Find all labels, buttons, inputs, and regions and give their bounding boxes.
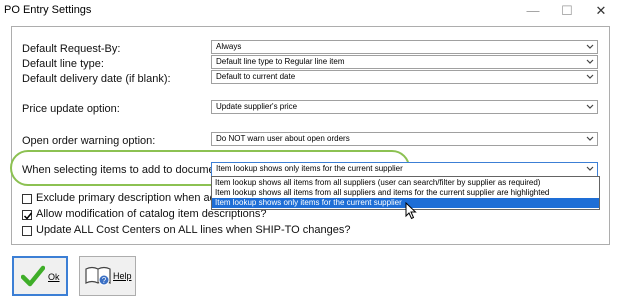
open-order-label: Open order warning option: [22,135,156,147]
request-by-select[interactable]: Always [211,40,598,54]
ok-button[interactable]: Ok [12,256,68,296]
open-order-select[interactable]: Do NOT warn user about open orders [211,132,598,146]
ok-button-label: Ok [48,272,60,282]
svg-text:?: ? [102,276,107,285]
line-type-value: Default line type to Regular line item [216,57,345,66]
dropdown-option[interactable]: Item lookup shows all items from all sup… [212,178,599,188]
chevron-down-icon [586,59,594,64]
close-button[interactable]: ✕ [584,0,618,22]
chevron-down-icon [586,104,594,109]
maximize-button[interactable]: ☐ [550,0,584,22]
exclude-description-checkbox[interactable] [22,194,32,204]
window-title: PO Entry Settings [4,4,92,16]
price-update-label: Price update option: [22,103,120,115]
delivery-date-label: Default delivery date (if blank): [22,73,171,85]
delivery-date-value: Default to current date [216,72,296,81]
checkmark-icon [23,212,33,220]
chevron-down-icon [586,44,594,49]
help-book-icon: ? [85,266,111,286]
select-items-label: When selecting items to add to document: [22,164,227,176]
select-items-select[interactable]: Item lookup shows only items for the cur… [211,162,598,177]
open-order-value: Do NOT warn user about open orders [216,134,350,143]
allow-modification-checkbox[interactable] [22,210,33,220]
chevron-down-icon [586,136,594,141]
title-bar: PO Entry Settings — ☐ ✕ [0,0,620,22]
line-type-select[interactable]: Default line type to Regular line item [211,55,598,69]
price-update-value: Update supplier's price [216,102,298,111]
update-cost-centers-checkbox[interactable] [22,226,32,236]
exclude-description-label: Exclude primary description when additi [36,192,230,204]
checkmark-icon [21,265,45,287]
minimize-button[interactable]: — [516,0,550,22]
price-update-select[interactable]: Update supplier's price [211,100,598,114]
request-by-label: Default Request-By: [22,43,121,55]
chevron-down-icon [586,166,594,171]
help-button-label: Help [113,271,132,281]
dropdown-option[interactable]: Item lookup shows all items from all sup… [212,188,599,198]
line-type-label: Default line type: [22,58,104,70]
delivery-date-select[interactable]: Default to current date [211,70,598,84]
request-by-value: Always [216,42,242,51]
mouse-cursor-icon [405,202,417,220]
help-button[interactable]: ? Help [79,256,136,296]
chevron-down-icon [586,74,594,79]
select-items-value: Item lookup shows only items for the cur… [216,164,403,173]
update-cost-centers-label: Update ALL Cost Centers on ALL lines whe… [36,224,351,236]
